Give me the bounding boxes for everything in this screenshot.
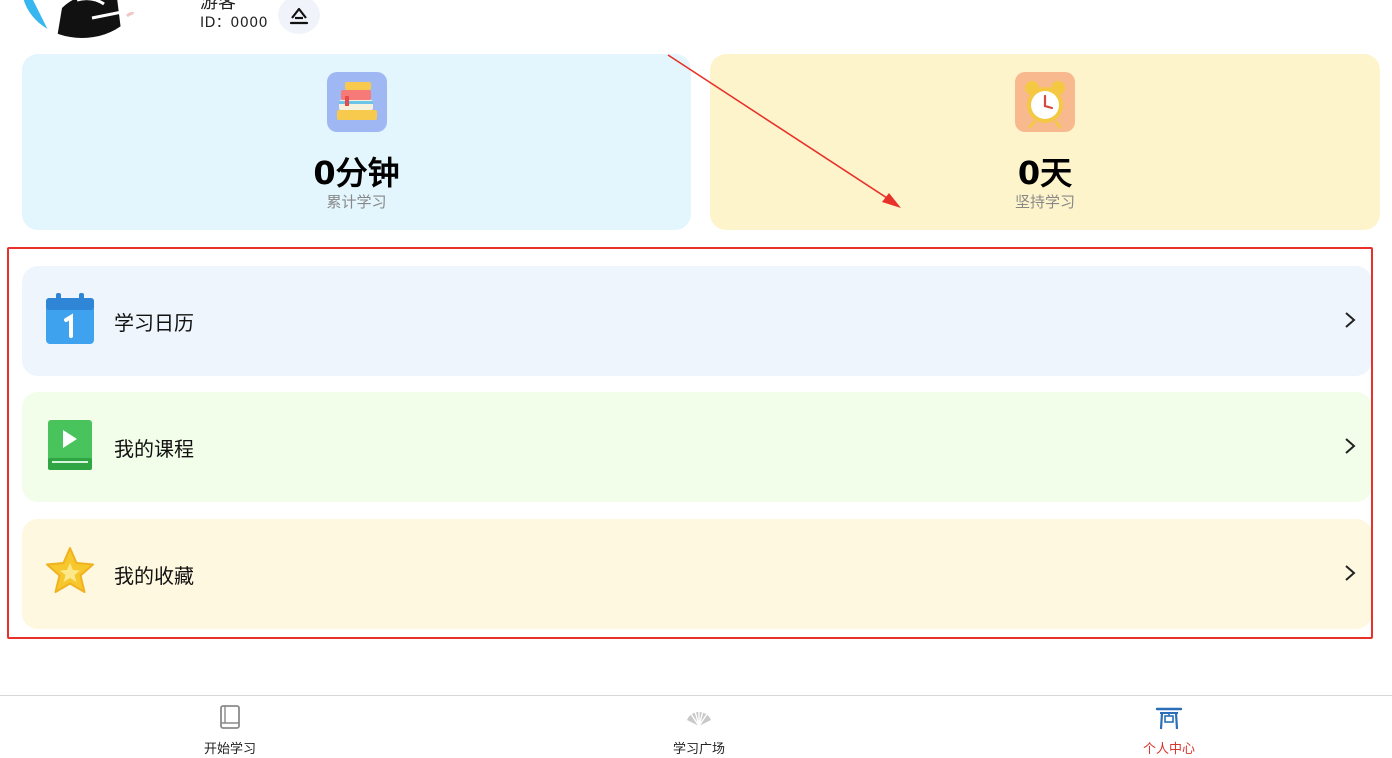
tab-label: 学习广场 <box>672 742 725 757</box>
avatar-illustration <box>22 0 142 38</box>
chevron-right-icon <box>1345 438 1356 454</box>
profile-page: 游客 ID：0000 0分钟 累计学习 0天 坚持学习 学习日历 我的课程 我的… <box>0 0 1392 758</box>
menu-item-my-favorites[interactable]: 我的收藏 <box>22 519 1372 629</box>
video-course-icon <box>44 418 96 472</box>
eraser-icon <box>289 7 309 25</box>
chevron-right-icon <box>1345 312 1356 328</box>
gate-icon <box>1155 707 1183 730</box>
edit-profile-button[interactable] <box>278 0 320 34</box>
study-minutes-value: 0分钟 <box>313 154 400 192</box>
user-id: ID：0000 <box>200 15 269 31</box>
menu-item-my-courses[interactable]: 我的课程 <box>22 392 1372 502</box>
tab-label: 个人中心 <box>1142 742 1195 757</box>
menu-label: 学习日历 <box>114 311 194 335</box>
tab-label: 开始学习 <box>203 742 256 757</box>
menu-label: 我的课程 <box>114 437 194 461</box>
study-days-value: 0天 <box>1017 154 1073 192</box>
menu-label: 我的收藏 <box>114 564 194 588</box>
bottom-tab-bar: 开始学习 学习广场 个人中心 <box>0 695 1392 758</box>
chevron-right-icon <box>1345 565 1356 581</box>
tab-personal-center[interactable]: 个人中心 <box>1069 696 1269 758</box>
study-days-label: 坚持学习 <box>1014 193 1075 211</box>
menu-item-study-calendar[interactable]: 学习日历 <box>22 266 1372 376</box>
tab-start-learning[interactable]: 开始学习 <box>130 696 330 758</box>
book-icon <box>220 705 240 729</box>
stat-card-study-time: 0分钟 累计学习 <box>22 54 691 230</box>
tab-learning-square[interactable]: 学习广场 <box>599 696 799 758</box>
alarm-clock-icon <box>1015 72 1075 132</box>
fan-icon <box>687 710 711 727</box>
avatar[interactable] <box>22 0 142 38</box>
study-minutes-label: 累计学习 <box>326 193 387 211</box>
star-icon <box>44 545 96 599</box>
calendar-icon <box>44 292 96 346</box>
stat-card-study-days: 0天 坚持学习 <box>710 54 1380 230</box>
books-icon <box>326 72 387 132</box>
